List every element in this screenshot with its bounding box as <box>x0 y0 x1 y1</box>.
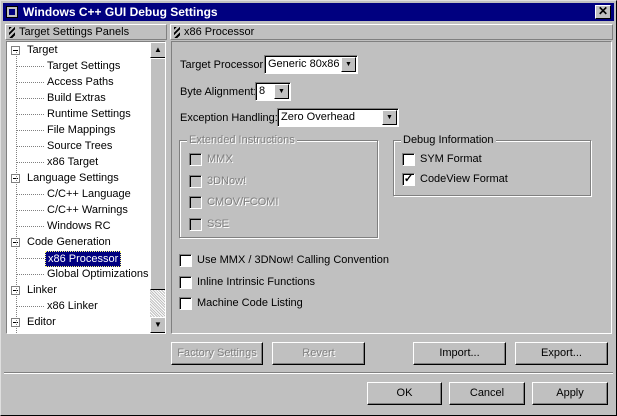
divider <box>4 372 613 374</box>
tree-item[interactable]: Editor <box>25 315 58 331</box>
checkbox-box[interactable] <box>402 153 415 166</box>
scroll-down-button[interactable]: ▼ <box>150 317 165 333</box>
export-button[interactable]: Export... <box>515 342 608 365</box>
tree-item[interactable]: x86 Target <box>45 155 100 171</box>
sse-label: SSE <box>207 218 230 230</box>
import-button[interactable]: Import... <box>413 342 506 365</box>
settings-tree[interactable]: Target Target Settings Access Paths Build E… <box>6 41 166 334</box>
settings-dialog: Windows C++ GUI Debug Settings ✕ Target … <box>0 0 617 416</box>
checkbox-box[interactable] <box>179 254 192 267</box>
checkbox-box <box>189 196 202 209</box>
target-processor-select[interactable]: Generic 80x86 ▼ <box>264 55 358 74</box>
mmx-label: MMX <box>207 153 233 165</box>
tree-item[interactable]: x86 Linker <box>45 299 100 315</box>
tree-connector <box>16 210 44 211</box>
exception-handling-value: Zero Overhead <box>281 111 355 123</box>
tree-connector <box>16 194 44 195</box>
machine-code-listing-label: Machine Code Listing <box>197 297 303 309</box>
left-panel-header: Target Settings Panels <box>5 24 167 40</box>
tree-connector <box>16 98 44 99</box>
tree-item[interactable]: Global Optimizations <box>45 267 150 283</box>
scroll-thumb[interactable] <box>150 58 165 290</box>
3dnow-label: 3DNow! <box>207 175 247 187</box>
title-bar[interactable]: Windows C++ GUI Debug Settings ✕ <box>3 3 614 21</box>
codeview-format-label: CodeView Format <box>420 173 508 185</box>
tree-list: Target Target Settings Access Paths Build E… <box>7 42 150 333</box>
tree-item[interactable]: C/C++ Warnings <box>45 203 130 219</box>
checkbox-box <box>189 175 202 188</box>
tree-item[interactable]: Windows RC <box>45 219 113 235</box>
tree-connector <box>16 130 44 131</box>
checkbox-box <box>189 153 202 166</box>
exception-handling-select[interactable]: Zero Overhead ▼ <box>277 108 399 127</box>
debug-information-group: Debug Information SYM Format ✓ CodeView … <box>393 134 591 196</box>
ok-button[interactable]: OK <box>367 382 442 405</box>
scroll-up-button[interactable]: ▲ <box>150 42 165 58</box>
tree-item[interactable]: Code Generation <box>25 235 113 251</box>
checkbox-box[interactable] <box>179 297 192 310</box>
cmov-fcomi-label: CMOV/FCOMI <box>207 196 279 208</box>
chevron-down-icon[interactable]: ▼ <box>341 57 356 72</box>
revert-button[interactable]: Revert <box>272 342 365 365</box>
extended-instructions-title: Extended Instructions <box>187 134 297 146</box>
tree-connector <box>16 306 44 307</box>
tree-scrollbar[interactable]: ▲ ▼ <box>150 42 165 333</box>
tree-connector <box>16 146 44 147</box>
tree-item[interactable]: Build Extras <box>45 91 108 107</box>
right-panel-title: x86 Processor <box>184 26 255 38</box>
tree-connector <box>16 82 44 83</box>
check-icon[interactable]: ✓ <box>402 173 415 186</box>
inline-intrinsic-label: Inline Intrinsic Functions <box>197 276 315 288</box>
byte-alignment-value: 8 <box>259 85 266 97</box>
checkbox-box[interactable] <box>179 276 192 289</box>
tree-item[interactable]: Language Settings <box>25 171 121 187</box>
grip-icon <box>174 27 180 38</box>
extended-instructions-group: Extended Instructions MMX 3DNow! CMOV/FC… <box>179 134 378 238</box>
tree-connector <box>16 114 44 115</box>
tree-item[interactable]: Target Settings <box>45 59 122 75</box>
tree-item[interactable]: x86 Processor <box>45 251 122 267</box>
tree-item[interactable]: Runtime Settings <box>45 107 133 123</box>
tree-connector <box>16 274 44 275</box>
tree-connector <box>16 258 44 259</box>
apply-button[interactable]: Apply <box>532 382 608 405</box>
factory-settings-button[interactable]: Factory Settings <box>171 342 263 365</box>
tree-connector <box>16 162 44 163</box>
target-processor-label: Target Processor: <box>180 59 267 71</box>
tree-item[interactable]: Access Paths <box>45 75 116 91</box>
tree-item[interactable]: Linker <box>25 283 59 299</box>
tree-connector <box>16 52 17 333</box>
byte-alignment-label: Byte Alignment: <box>180 86 257 98</box>
tree-item[interactable]: C/C++ Language <box>45 187 133 203</box>
sym-format-label: SYM Format <box>420 153 482 165</box>
exception-handling-label: Exception Handling: <box>180 112 278 124</box>
tree-item[interactable]: Target <box>25 43 60 59</box>
chevron-down-icon[interactable]: ▼ <box>382 110 397 125</box>
left-panel-title: Target Settings Panels <box>19 26 130 38</box>
window-title: Windows C++ GUI Debug Settings <box>23 5 218 19</box>
close-button[interactable]: ✕ <box>595 5 611 19</box>
target-processor-value: Generic 80x86 <box>268 58 340 70</box>
tree-item[interactable]: File Mappings <box>45 123 117 139</box>
byte-alignment-select[interactable]: 8 ▼ <box>255 82 291 101</box>
tree-item[interactable]: Source Trees <box>45 139 114 155</box>
grip-icon <box>9 27 15 38</box>
right-panel-header: x86 Processor <box>170 24 613 40</box>
x86-processor-panel: Target Processor: Generic 80x86 ▼ Byte A… <box>171 41 612 334</box>
debug-information-title: Debug Information <box>401 134 496 146</box>
chevron-down-icon[interactable]: ▼ <box>274 84 289 99</box>
cancel-button[interactable]: Cancel <box>449 382 525 405</box>
calling-convention-label: Use MMX / 3DNow! Calling Convention <box>197 254 389 266</box>
tree-connector <box>16 226 44 227</box>
tree-connector <box>16 66 44 67</box>
app-icon <box>6 6 18 18</box>
checkbox-box <box>189 218 202 231</box>
